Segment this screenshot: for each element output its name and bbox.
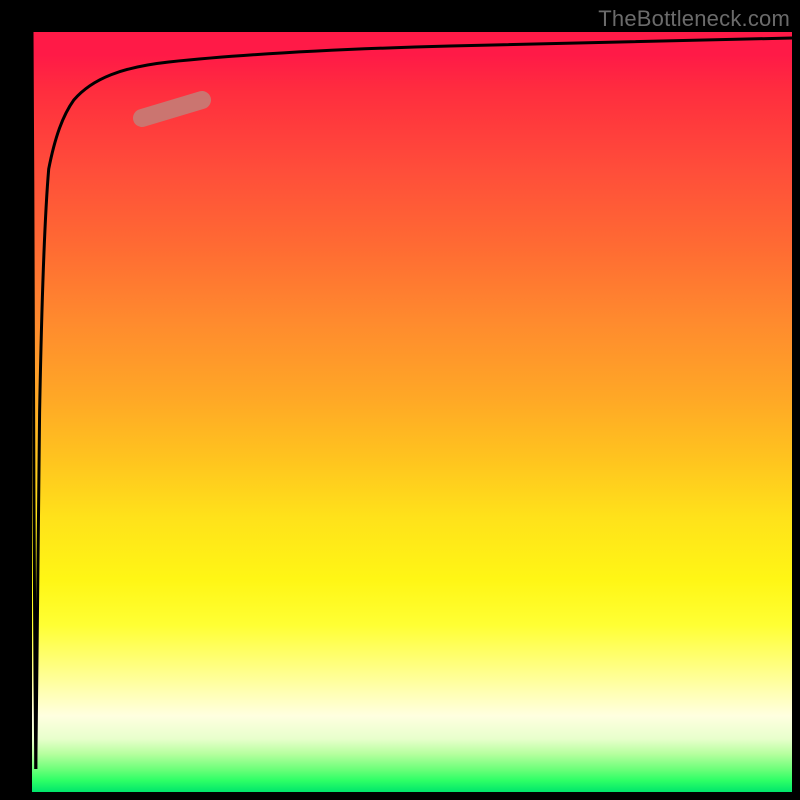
chart-plot-area — [32, 32, 792, 792]
watermark-text: TheBottleneck.com — [598, 6, 790, 32]
